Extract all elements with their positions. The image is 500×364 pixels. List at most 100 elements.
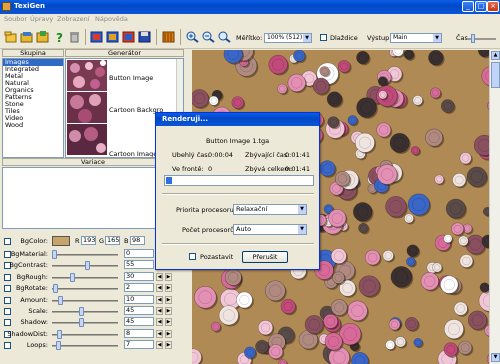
param-checkbox[interactable] [4,342,11,350]
param-label: Loops: [26,341,48,350]
param-slider-thumb[interactable] [70,272,75,282]
svg-text:?: ? [56,31,63,43]
cpu-select[interactable]: Auto ▼ [233,224,307,235]
zoom-out-icon[interactable] [202,31,215,43]
decrement-icon[interactable]: ◀ [156,295,163,304]
param-slider-thumb[interactable] [52,250,57,259]
increment-icon[interactable]: ▶ [165,341,172,350]
increment-icon[interactable]: ▶ [165,318,172,327]
param-checkbox[interactable] [4,308,11,315]
decrement-icon[interactable]: ◀ [156,307,163,315]
generator-thumbnail[interactable] [67,124,107,155]
preview-scrollbar[interactable]: ▲ ▼ [489,50,500,364]
increment-icon[interactable]: ▶ [165,272,172,281]
bgcolor-swatch[interactable] [52,236,70,246]
param-value-field[interactable]: 45 [124,306,154,315]
tiles-checkbox[interactable] [320,34,327,41]
decrement-icon[interactable]: ◀ [156,318,163,327]
abort-button[interactable]: Přerušit [242,251,288,263]
g-value-field[interactable]: 165 [105,236,120,245]
increment-icon[interactable]: ▶ [165,307,172,315]
decrement-icon[interactable]: ◀ [156,329,163,338]
param-slider-thumb[interactable] [79,318,84,328]
maximize-button[interactable]: □ [475,1,487,12]
g-label: G [99,237,105,245]
generator-thumbnail[interactable] [67,92,107,123]
layout-icon-3[interactable] [122,31,135,43]
param-slider-thumb[interactable] [79,307,84,316]
close-button[interactable]: × [487,1,499,12]
menu-upravy[interactable]: Úpravy [30,15,53,23]
param-slider-track[interactable] [52,276,118,279]
open-folder-icon[interactable] [20,31,33,43]
pause-checkbox[interactable] [189,253,196,260]
delete-icon[interactable] [68,31,81,43]
decrement-icon[interactable]: ◀ [156,284,163,293]
param-label: BgRotate: [15,284,48,293]
zoom-in-icon[interactable] [186,31,199,43]
scroll-up-icon[interactable]: ▲ [491,51,500,60]
minimize-button[interactable]: _ [462,1,474,12]
b-value-field[interactable]: 98 [130,236,145,245]
elapsed-value: 0:00:04 [208,151,234,159]
time-slider-thumb[interactable] [471,34,475,43]
param-slider-thumb[interactable] [56,341,62,351]
new-file-icon[interactable] [4,31,17,43]
param-slider-thumb[interactable] [53,284,59,294]
generator-item-button-image[interactable]: Button Image [109,74,153,82]
decrement-icon[interactable]: ◀ [156,272,163,281]
render-dialog: Renderuji... Button Image 1.tga Ubehlý č… [155,112,320,270]
param-value-field[interactable]: 2 [124,283,154,293]
menu-bar: Soubor Úpravy Zobrazení Nápověda [0,14,500,25]
decrement-icon[interactable]: ◀ [156,341,163,350]
help-icon[interactable]: ? [53,31,66,43]
title-bar: TexiGen _ □ × [0,0,500,14]
zoom-reset-icon[interactable] [218,31,231,43]
output-select[interactable]: Main ▼ [390,33,442,43]
layout-icon-2[interactable] [106,31,119,43]
param-slider-track[interactable] [52,322,118,325]
menu-soubor[interactable]: Soubor [4,15,27,23]
param-checkbox[interactable] [4,319,11,327]
param-row: ShadowDist: 8 ◀ ▶ [0,328,190,340]
param-value-field[interactable]: 10 [124,294,154,304]
param-checkbox[interactable] [4,273,11,281]
r-value-field[interactable]: 193 [81,236,96,245]
save-disk-icon[interactable] [138,31,151,43]
menu-napoveda[interactable]: Nápověda [95,15,128,23]
param-checkbox[interactable] [4,296,11,304]
param-row: Amount: 10 ◀ ▶ [0,294,190,306]
param-value-field[interactable]: 55 [124,260,154,270]
param-slider-track[interactable] [52,333,118,336]
chevron-down-icon: ▼ [303,34,311,42]
group-item-wood[interactable]: Wood [3,122,63,129]
param-slider-track[interactable] [52,254,118,256]
param-value-field[interactable]: 8 [124,328,154,338]
param-slider-thumb[interactable] [58,295,63,305]
scroll-down-icon[interactable]: ▼ [491,353,500,362]
param-slider-thumb[interactable] [56,329,62,339]
param-checkbox[interactable] [4,285,11,293]
increment-icon[interactable]: ▶ [165,329,172,338]
save-icon[interactable] [36,31,49,43]
param-checkbox[interactable] [4,238,11,245]
increment-icon[interactable]: ▶ [165,284,172,293]
layout-icon-1[interactable] [90,31,103,43]
param-value-field[interactable]: 7 [124,340,154,350]
priority-select[interactable]: Relaxační ▼ [233,204,307,215]
param-value-field[interactable]: 30 [124,271,154,281]
param-slider-thumb[interactable] [85,261,90,271]
param-slider-track[interactable] [52,311,118,313]
generator-item-cartoon-image[interactable]: Cartoon Image [109,150,157,157]
increment-icon[interactable]: ▶ [165,295,172,304]
param-value-field[interactable]: 45 [124,317,154,327]
param-value-field[interactable]: 0 [124,249,154,258]
menu-zobrazeni[interactable]: Zobrazení [57,15,90,23]
scroll-thumb[interactable] [491,62,500,88]
generator-thumbnail[interactable] [67,60,107,91]
param-slider-track[interactable] [52,288,118,291]
param-slider-track[interactable] [52,345,118,348]
group-list[interactable]: Images Integrated Metal Natural Organics… [2,58,64,158]
scale-select[interactable]: 100% (512) ▼ [264,33,312,43]
render-icon[interactable] [162,31,175,43]
